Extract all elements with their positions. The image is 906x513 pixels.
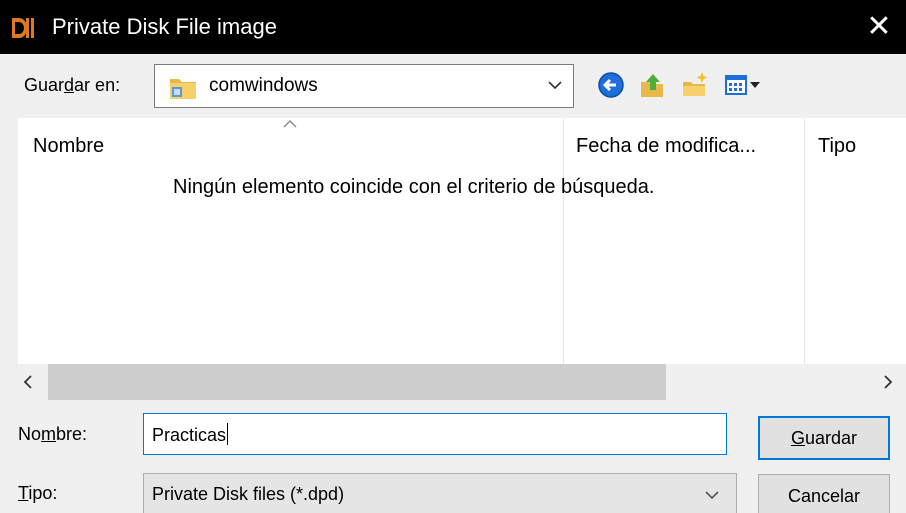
file-type-dropdown[interactable]: Private Disk files (*.dpd)	[143, 473, 737, 513]
private-disk-app-icon	[10, 16, 36, 40]
file-name-value-wrap: Practicas	[152, 423, 229, 446]
chevron-down-icon	[548, 81, 562, 90]
sort-ascending-icon	[283, 120, 297, 128]
empty-message: Ningún elemento coincide con el criterio…	[173, 176, 655, 198]
scroll-right-icon[interactable]	[878, 370, 898, 394]
back-icon[interactable]	[596, 70, 626, 100]
file-type-label: Tipo:	[18, 483, 57, 504]
scroll-left-icon[interactable]	[18, 370, 38, 394]
file-name-label-suffix: bre:	[56, 424, 88, 444]
cancel-button[interactable]: Cancelar	[758, 474, 890, 513]
file-list[interactable]: Nombre Fecha de modifica... Tipo Ningún …	[18, 118, 906, 364]
up-folder-icon[interactable]	[638, 70, 668, 100]
save-in-dropdown[interactable]: comwindows	[154, 64, 574, 108]
column-header-type[interactable]: Tipo	[818, 135, 856, 158]
save-in-access-key: d	[64, 75, 75, 95]
horizontal-scrollbar[interactable]	[18, 364, 906, 400]
save-in-label-suffix: ar en:	[74, 75, 121, 95]
file-name-value: Practicas	[152, 425, 227, 445]
file-name-input[interactable]: Practicas	[143, 413, 727, 455]
column-header-modified[interactable]: Fecha de modifica...	[576, 135, 756, 158]
file-name-label-prefix: No	[18, 424, 42, 444]
text-caret	[227, 423, 229, 445]
column-header-name[interactable]: Nombre	[33, 135, 104, 158]
save-button-label: uardar	[804, 428, 858, 448]
title-bar: Private Disk File image ✕	[0, 0, 906, 54]
scrollbar-thumb[interactable]	[48, 364, 666, 400]
column-separator[interactable]	[563, 118, 564, 364]
column-separator[interactable]	[804, 118, 805, 364]
window-title: Private Disk File image	[52, 14, 277, 39]
folder-icon	[170, 79, 196, 99]
file-name-label: Nombre:	[18, 424, 87, 445]
file-name-access-key: m	[41, 424, 57, 444]
save-in-value: comwindows	[209, 75, 318, 96]
file-type-label-suffix: ipo:	[28, 483, 58, 503]
save-button[interactable]: Guardar	[758, 416, 890, 460]
save-access-key: G	[790, 428, 805, 448]
save-in-label-prefix: Guar	[24, 75, 65, 95]
close-button[interactable]: ✕	[852, 0, 906, 54]
file-type-access-key: T	[18, 483, 29, 503]
file-type-value: Private Disk files (*.dpd)	[152, 484, 345, 504]
save-in-label: Guardar en:	[24, 75, 120, 96]
view-menu-icon[interactable]	[724, 70, 766, 100]
new-folder-icon[interactable]	[680, 70, 710, 100]
chevron-down-icon	[705, 491, 719, 500]
